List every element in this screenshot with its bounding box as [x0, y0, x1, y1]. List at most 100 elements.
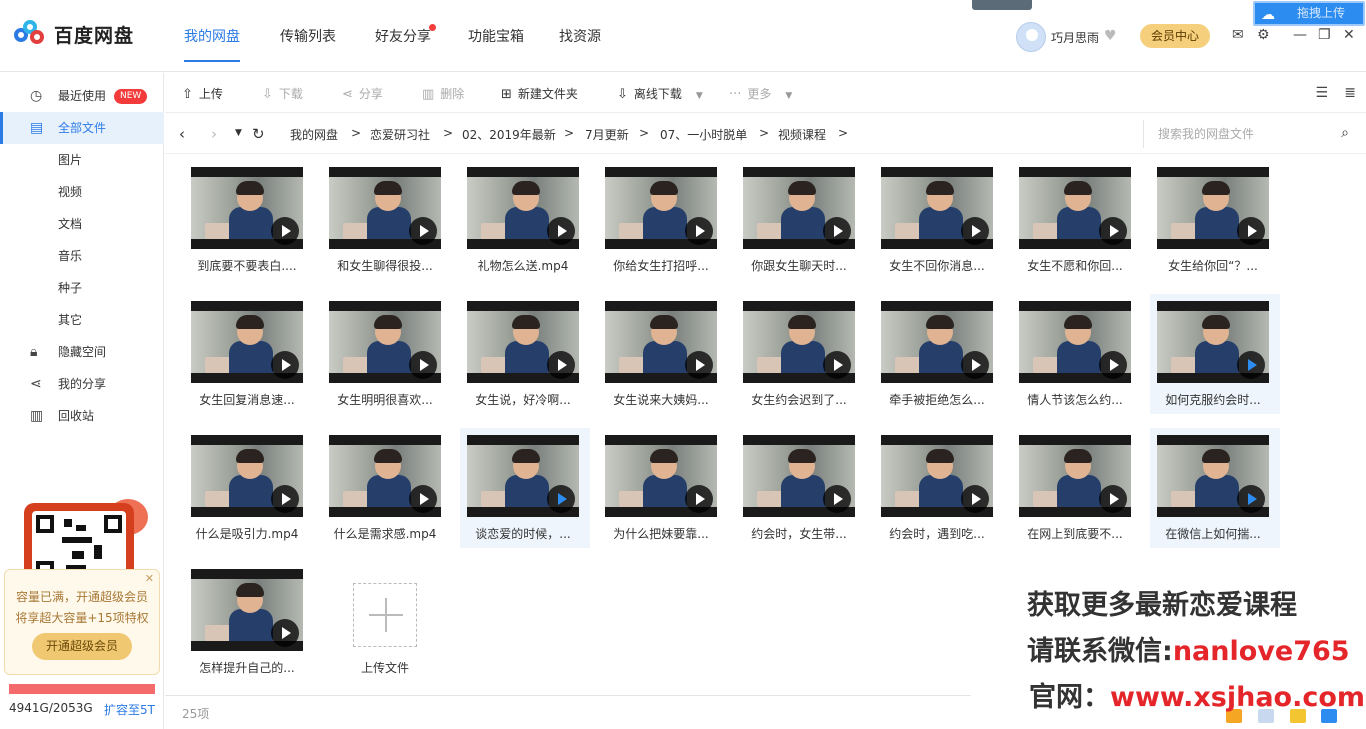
video-file-tile[interactable]: 女生说来大姨妈...: [598, 294, 728, 414]
upload-file-tile[interactable]: [353, 583, 417, 647]
avatar[interactable]: [1016, 22, 1046, 52]
list-view-icon[interactable]: ≣: [1344, 85, 1356, 101]
settings-icon[interactable]: ⚙: [1257, 27, 1270, 43]
video-file-tile[interactable]: 女生给你回“？...: [1150, 160, 1280, 280]
window-drag-handle[interactable]: [972, 0, 1032, 10]
file-toolbar: ⇧ 上传 ⇩ 下载 ⋖ 分享 ▥ 删除 ⊞ 新建文件夹 ⇩ 离线下载 ▼ ··· 更多 ▼ ☰ ≣: [165, 73, 1366, 113]
share-button[interactable]: ⋖ 分享: [342, 85, 383, 102]
sort-icon[interactable]: ☰: [1315, 85, 1328, 101]
mail-icon[interactable]: ✉: [1232, 27, 1244, 43]
video-file-tile[interactable]: 到底要不要表白....: [184, 160, 314, 280]
video-file-tile[interactable]: 女生说，好冷啊...: [460, 294, 590, 414]
tab-my-netdisk[interactable]: 我的网盘: [184, 26, 240, 62]
more-button[interactable]: ··· 更多 ▼: [729, 85, 792, 102]
tab-friend-share[interactable]: 好友分享: [375, 26, 431, 46]
new-folder-button[interactable]: ⊞ 新建文件夹: [501, 85, 578, 102]
sidebar-item-recent[interactable]: ◷ 最近使用 NEW: [0, 80, 164, 112]
video-thumbnail: [1019, 301, 1131, 383]
breadcrumb-item[interactable]: 视频课程: [778, 126, 826, 143]
breadcrumb-item[interactable]: 02、2019年最新: [462, 126, 556, 143]
play-icon: [961, 351, 989, 379]
play-icon: [271, 217, 299, 245]
video-file-tile[interactable]: 你给女生打招呼...: [598, 160, 728, 280]
app-logo[interactable]: 百度网盘: [14, 20, 134, 48]
video-file-tile[interactable]: 约会时，女生带...: [736, 428, 866, 548]
video-file-tile[interactable]: 如何克服约会时...: [1150, 294, 1280, 414]
cloud-icon: ☁: [1261, 7, 1275, 23]
offline-download-button[interactable]: ⇩ 离线下载 ▼: [617, 85, 703, 102]
video-thumbnail: [605, 435, 717, 517]
breadcrumb-item[interactable]: 我的网盘: [290, 126, 338, 143]
play-icon: [685, 217, 713, 245]
video-file-tile[interactable]: 在微信上如何揣...: [1150, 428, 1280, 548]
upload-file-label[interactable]: 上传文件: [339, 659, 431, 676]
sidebar-item-videos[interactable]: 视频: [0, 176, 164, 208]
video-file-tile[interactable]: 女生回复消息速...: [184, 294, 314, 414]
video-file-tile[interactable]: 怎样提升自己的...: [184, 562, 314, 682]
watermark-line-2: 请联系微信:nanlove765: [1027, 636, 1350, 667]
video-file-tile[interactable]: 为什么把妹要靠...: [598, 428, 728, 548]
video-file-tile[interactable]: 情人节该怎么约...: [1012, 294, 1142, 414]
video-file-tile[interactable]: 礼物怎么送.mp4: [460, 160, 590, 280]
member-center-button[interactable]: 会员中心: [1140, 24, 1210, 48]
back-icon[interactable]: ‹: [179, 125, 185, 143]
close-icon[interactable]: ✕: [1343, 27, 1355, 43]
play-icon: [1099, 485, 1127, 513]
video-file-tile[interactable]: 和女生聊得很投...: [322, 160, 452, 280]
video-file-tile[interactable]: 女生不回你消息...: [874, 160, 1004, 280]
file-name: 谈恋爱的时候，...: [475, 527, 571, 541]
expand-capacity-link[interactable]: 扩容至5T: [104, 701, 155, 718]
sidebar-item-music[interactable]: 音乐: [0, 240, 164, 272]
sidebar-item-all-files[interactable]: ▤ 全部文件: [0, 112, 164, 144]
breadcrumb-item[interactable]: 7月更新: [585, 126, 629, 143]
video-file-tile[interactable]: 你跟女生聊天时...: [736, 160, 866, 280]
drag-upload-button[interactable]: ☁ 拖拽上传: [1253, 1, 1365, 26]
tab-find-resources[interactable]: 找资源: [559, 26, 601, 46]
video-file-tile[interactable]: 什么是吸引力.mp4: [184, 428, 314, 548]
sidebar-item-hidden-space[interactable]: 🔒︎ 隐藏空间: [0, 336, 164, 368]
file-name: 在微信上如何揣...: [1165, 527, 1261, 541]
video-file-tile[interactable]: 在网上到底要不...: [1012, 428, 1142, 548]
delete-button[interactable]: ▥ 删除: [422, 85, 464, 102]
breadcrumb-item[interactable]: 恋爱研习社: [370, 126, 430, 143]
watermark-line-1: 获取更多最新恋爱课程: [1027, 590, 1297, 621]
close-promo-icon[interactable]: ✕: [145, 572, 154, 585]
open-super-vip-button[interactable]: 开通超级会员: [32, 633, 132, 660]
tab-toolbox[interactable]: 功能宝箱: [468, 26, 524, 46]
video-file-tile[interactable]: 女生明明很喜欢...: [322, 294, 452, 414]
refresh-icon[interactable]: ↻: [252, 125, 265, 143]
sidebar-item-torrents[interactable]: 种子: [0, 272, 164, 304]
file-name: 女生不回你消息...: [889, 259, 985, 273]
file-name: 约会时，女生带...: [751, 527, 847, 541]
breadcrumb-separator: >: [759, 126, 770, 140]
video-file-tile[interactable]: 约会时，遇到吃...: [874, 428, 1004, 548]
vip-level-icon[interactable]: ♥: [1104, 28, 1117, 44]
search-icon[interactable]: ⌕: [1341, 125, 1349, 141]
file-name: 为什么把妹要靠...: [613, 527, 709, 541]
user-name[interactable]: 巧月思雨: [1051, 29, 1099, 46]
play-icon: [1237, 485, 1265, 513]
video-file-tile[interactable]: 牵手被拒绝怎么...: [874, 294, 1004, 414]
video-file-tile[interactable]: 女生不愿和你回...: [1012, 160, 1142, 280]
video-thumbnail: [743, 435, 855, 517]
tab-transfer-list[interactable]: 传输列表: [280, 26, 336, 46]
download-button[interactable]: ⇩ 下载: [262, 85, 303, 102]
upload-button[interactable]: ⇧ 上传: [182, 85, 223, 102]
video-file-tile[interactable]: 什么是需求感.mp4: [322, 428, 452, 548]
sidebar-item-recycle-bin[interactable]: ▥ 回收站: [0, 400, 164, 432]
breadcrumb-separator: >: [443, 126, 454, 140]
minimize-icon[interactable]: —: [1293, 27, 1307, 43]
chevron-down-icon[interactable]: ▼: [235, 128, 242, 138]
sidebar-item-images[interactable]: 图片: [0, 144, 164, 176]
watermark-line-3: 官网：www.xsjhao.com: [1029, 682, 1366, 713]
video-file-tile[interactable]: 谈恋爱的时候，...: [460, 428, 590, 548]
sidebar-item-other[interactable]: 其它: [0, 304, 164, 336]
forward-icon[interactable]: ›: [211, 125, 217, 143]
sidebar-item-my-shares[interactable]: ⋖ 我的分享: [0, 368, 164, 400]
restore-icon[interactable]: ❐: [1318, 27, 1331, 43]
sidebar-item-docs[interactable]: 文档: [0, 208, 164, 240]
video-file-tile[interactable]: 女生约会迟到了...: [736, 294, 866, 414]
search-input[interactable]: [1158, 125, 1318, 143]
video-thumbnail: [881, 167, 993, 249]
breadcrumb-item[interactable]: 07、一小时脱单: [660, 126, 747, 143]
